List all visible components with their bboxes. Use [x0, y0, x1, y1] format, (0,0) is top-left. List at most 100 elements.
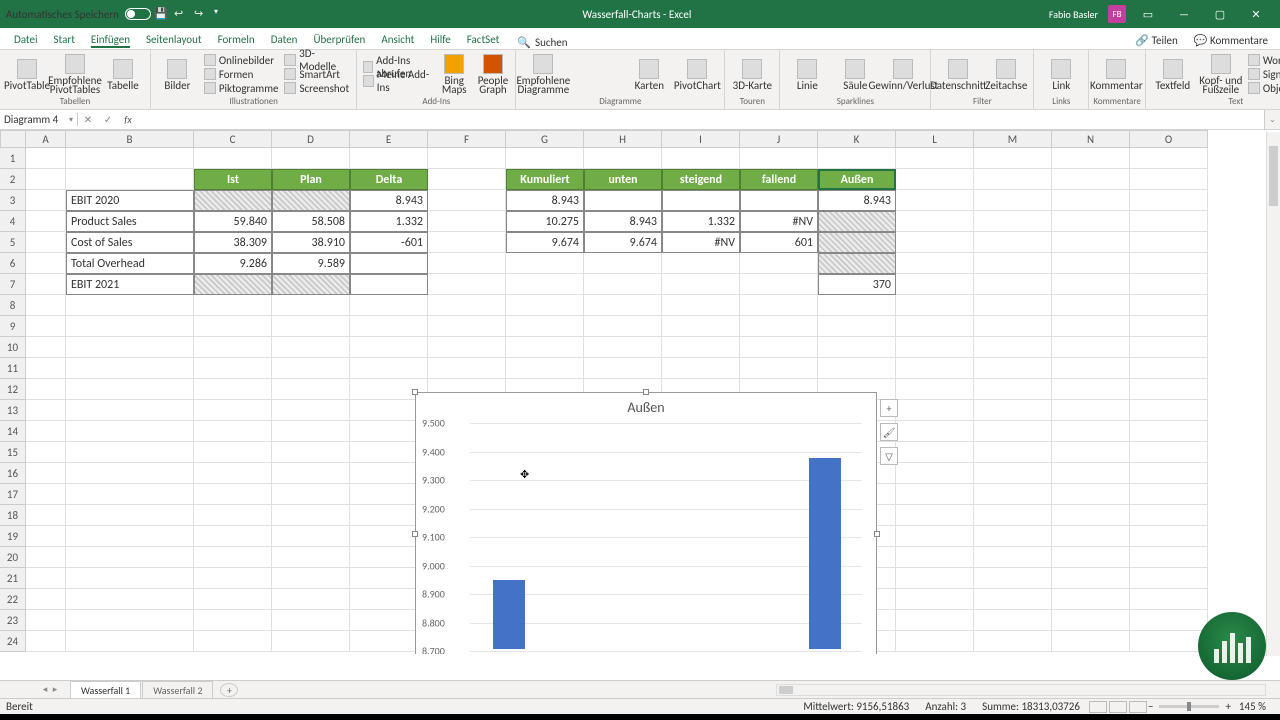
cell[interactable] — [1130, 484, 1208, 505]
cell[interactable] — [974, 505, 1052, 526]
cell[interactable] — [896, 421, 974, 442]
cell[interactable] — [896, 442, 974, 463]
cell[interactable] — [584, 274, 662, 295]
cell[interactable] — [662, 190, 740, 211]
col-header[interactable]: I — [662, 130, 740, 148]
cell[interactable] — [1052, 148, 1130, 169]
cell[interactable] — [272, 421, 350, 442]
btn-bingmaps[interactable]: Bing Maps — [436, 52, 473, 96]
btn-spark-linie[interactable]: Linie — [784, 52, 830, 96]
view-pagelayout-button[interactable] — [1109, 701, 1127, 713]
cell[interactable] — [974, 295, 1052, 316]
worksheet-grid[interactable]: ABCDEFGHIJKLMNO 123456789101112131415161… — [0, 130, 1280, 654]
cell[interactable] — [428, 316, 506, 337]
row-header[interactable]: 7 — [0, 274, 26, 295]
chart-styles-button[interactable]: 🖌 — [880, 423, 898, 441]
cell[interactable] — [428, 211, 506, 232]
cell[interactable] — [350, 274, 428, 295]
row-header[interactable]: 14 — [0, 421, 26, 442]
cell[interactable] — [974, 442, 1052, 463]
cell[interactable] — [66, 589, 194, 610]
cell[interactable] — [26, 274, 66, 295]
cell[interactable] — [896, 526, 974, 547]
cell[interactable] — [428, 190, 506, 211]
row-header[interactable]: 19 — [0, 526, 26, 547]
cell[interactable]: 9.589 — [272, 253, 350, 274]
row-header[interactable]: 11 — [0, 358, 26, 379]
cell[interactable] — [26, 442, 66, 463]
cell[interactable] — [584, 148, 662, 169]
cell[interactable]: Cost of Sales — [66, 232, 194, 253]
sheet-tab-1[interactable]: Wasserfall 1 — [70, 681, 141, 699]
cell[interactable]: EBIT 2021 — [66, 274, 194, 295]
tab-factset[interactable]: FactSet — [459, 30, 508, 49]
name-box[interactable]: Diagramm 4▾ — [0, 113, 78, 126]
cell[interactable] — [66, 400, 194, 421]
cell[interactable] — [974, 547, 1052, 568]
cell[interactable] — [1052, 463, 1130, 484]
cell[interactable] — [506, 358, 584, 379]
cell[interactable] — [896, 274, 974, 295]
cell[interactable] — [1052, 631, 1130, 652]
row-headers[interactable]: 123456789101112131415161718192021222324 — [0, 148, 26, 652]
cell[interactable]: 10.275 — [506, 211, 584, 232]
cell[interactable] — [66, 610, 194, 631]
row-header[interactable]: 21 — [0, 568, 26, 589]
cell[interactable] — [1130, 589, 1208, 610]
cell[interactable] — [26, 631, 66, 652]
cell[interactable] — [350, 358, 428, 379]
cell[interactable] — [1052, 484, 1130, 505]
cell[interactable] — [1130, 253, 1208, 274]
comments-button[interactable]: 💬 Kommentare — [1188, 32, 1274, 49]
col-header[interactable]: H — [584, 130, 662, 148]
cell[interactable] — [662, 358, 740, 379]
cell[interactable] — [428, 253, 506, 274]
cell[interactable] — [26, 547, 66, 568]
cell[interactable] — [584, 316, 662, 337]
col-header[interactable]: G — [506, 130, 584, 148]
cell[interactable] — [194, 463, 272, 484]
col-header[interactable]: L — [896, 130, 974, 148]
btn-pivotchart[interactable]: PivotChart — [674, 52, 720, 96]
cell[interactable] — [974, 568, 1052, 589]
btn-kommentar[interactable]: Kommentar — [1093, 52, 1139, 96]
column-headers[interactable]: ABCDEFGHIJKLMNO — [26, 130, 1208, 148]
cell[interactable] — [506, 274, 584, 295]
cell[interactable] — [818, 358, 896, 379]
cell[interactable] — [1052, 358, 1130, 379]
row-header[interactable]: 24 — [0, 631, 26, 652]
cell[interactable]: 9.674 — [584, 232, 662, 253]
cell[interactable] — [272, 190, 350, 211]
row-header[interactable]: 2 — [0, 169, 26, 190]
btn-zeitachse[interactable]: Zeitachse — [983, 52, 1029, 96]
cell[interactable] — [974, 631, 1052, 652]
cell[interactable] — [740, 337, 818, 358]
cell[interactable] — [818, 337, 896, 358]
cell[interactable] — [194, 358, 272, 379]
cell[interactable] — [66, 631, 194, 652]
col-header[interactable]: F — [428, 130, 506, 148]
cell[interactable]: 1.332 — [350, 211, 428, 232]
cell[interactable] — [1130, 463, 1208, 484]
cell[interactable] — [26, 253, 66, 274]
save-icon[interactable]: 💾 — [154, 7, 168, 21]
cell[interactable] — [506, 148, 584, 169]
cell[interactable] — [818, 211, 896, 232]
cell[interactable] — [272, 589, 350, 610]
cell[interactable]: Plan — [272, 169, 350, 190]
view-pagebreak-button[interactable] — [1129, 701, 1147, 713]
cell[interactable] — [66, 148, 194, 169]
cell[interactable] — [1130, 190, 1208, 211]
cell[interactable] — [974, 400, 1052, 421]
cell[interactable]: 8.943 — [350, 190, 428, 211]
cell[interactable] — [26, 484, 66, 505]
row-header[interactable]: 23 — [0, 610, 26, 631]
share-button[interactable]: 🔗 Teilen — [1129, 32, 1183, 49]
cell[interactable] — [818, 232, 896, 253]
cell[interactable] — [26, 610, 66, 631]
cell[interactable] — [1130, 505, 1208, 526]
cell[interactable] — [66, 442, 194, 463]
cancel-formula-icon[interactable]: ✕ — [78, 113, 98, 126]
cell[interactable] — [662, 316, 740, 337]
btn-textfeld[interactable]: Textfeld — [1150, 52, 1196, 96]
